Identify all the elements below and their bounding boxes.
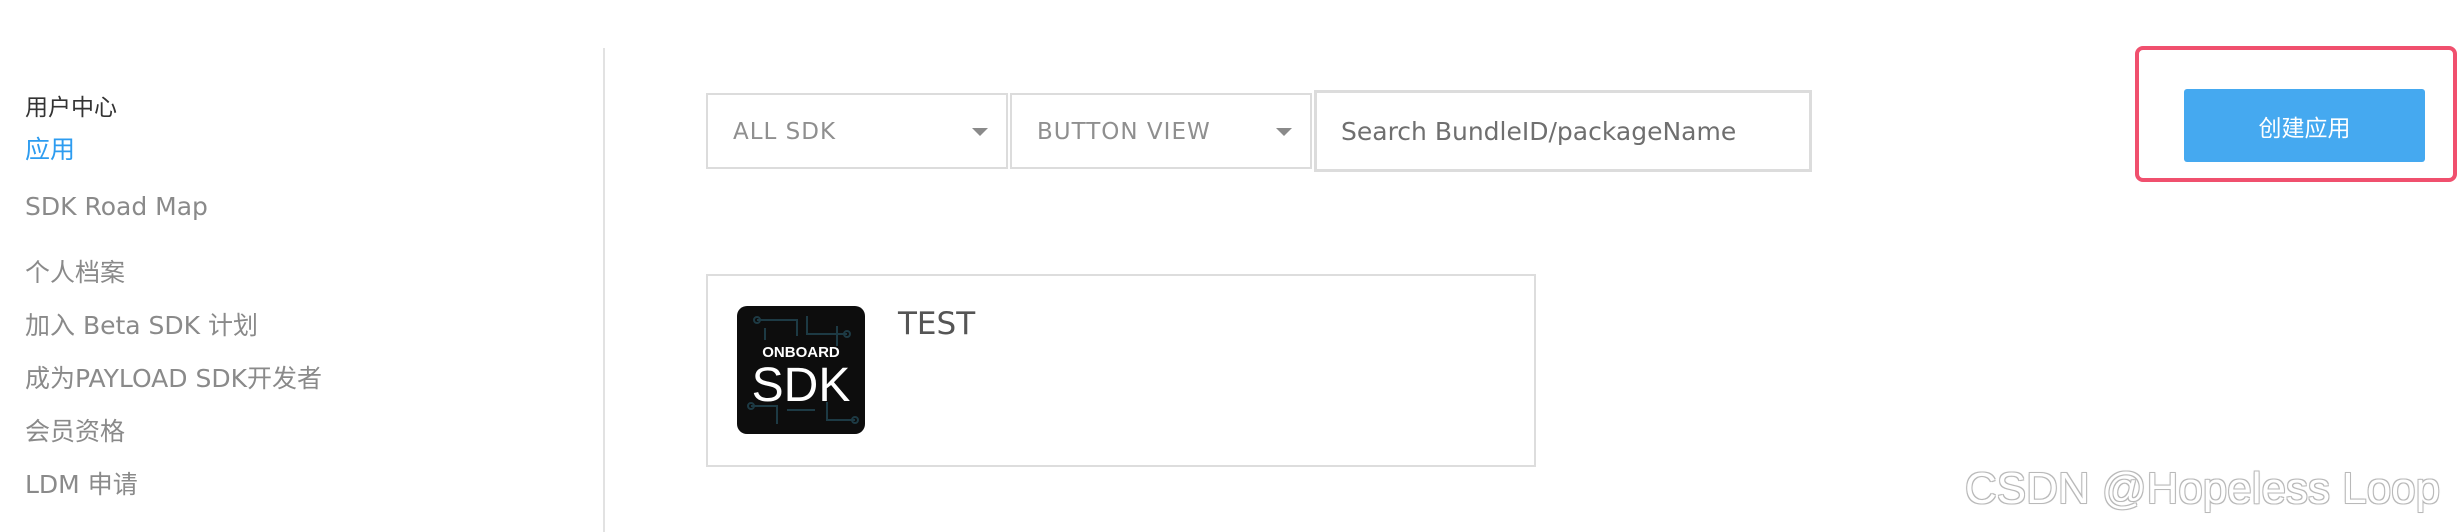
- view-mode-value: BUTTON VIEW: [1037, 119, 1211, 145]
- sdk-filter-value: ALL SDK: [733, 119, 837, 145]
- search-box: [1314, 90, 1812, 172]
- app-name: TEST: [898, 306, 976, 342]
- sidebar-item-apps[interactable]: 应用: [25, 130, 75, 166]
- sidebar-item-sdk-road-map[interactable]: SDK Road Map: [25, 192, 208, 221]
- sidebar-item-beta-sdk[interactable]: 加入 Beta SDK 计划: [25, 306, 258, 342]
- sidebar-item-membership[interactable]: 会员资格: [25, 412, 125, 448]
- view-mode-select[interactable]: BUTTON VIEW: [1010, 93, 1312, 169]
- sidebar-heading: 用户中心: [25, 95, 117, 121]
- sidebar-item-payload-sdk[interactable]: 成为PAYLOAD SDK开发者: [25, 359, 322, 395]
- caret-down-icon: [972, 128, 988, 136]
- caret-down-icon: [1276, 128, 1292, 136]
- onboard-sdk-app-icon: ONBOARD SDK: [737, 306, 865, 434]
- app-icon-title: SDK: [751, 359, 851, 412]
- sidebar-item-ldm-apply[interactable]: LDM 申请: [25, 465, 138, 501]
- search-input[interactable]: [1317, 93, 1809, 169]
- watermark: CSDN @Hopeless Loop: [1965, 464, 2441, 513]
- sdk-filter-select[interactable]: ALL SDK: [706, 93, 1008, 169]
- app-card[interactable]: ONBOARD SDK TEST: [706, 274, 1536, 467]
- sidebar-item-profile[interactable]: 个人档案: [25, 253, 125, 289]
- sidebar-divider: [603, 48, 605, 532]
- create-app-button[interactable]: 创建应用: [2184, 89, 2425, 162]
